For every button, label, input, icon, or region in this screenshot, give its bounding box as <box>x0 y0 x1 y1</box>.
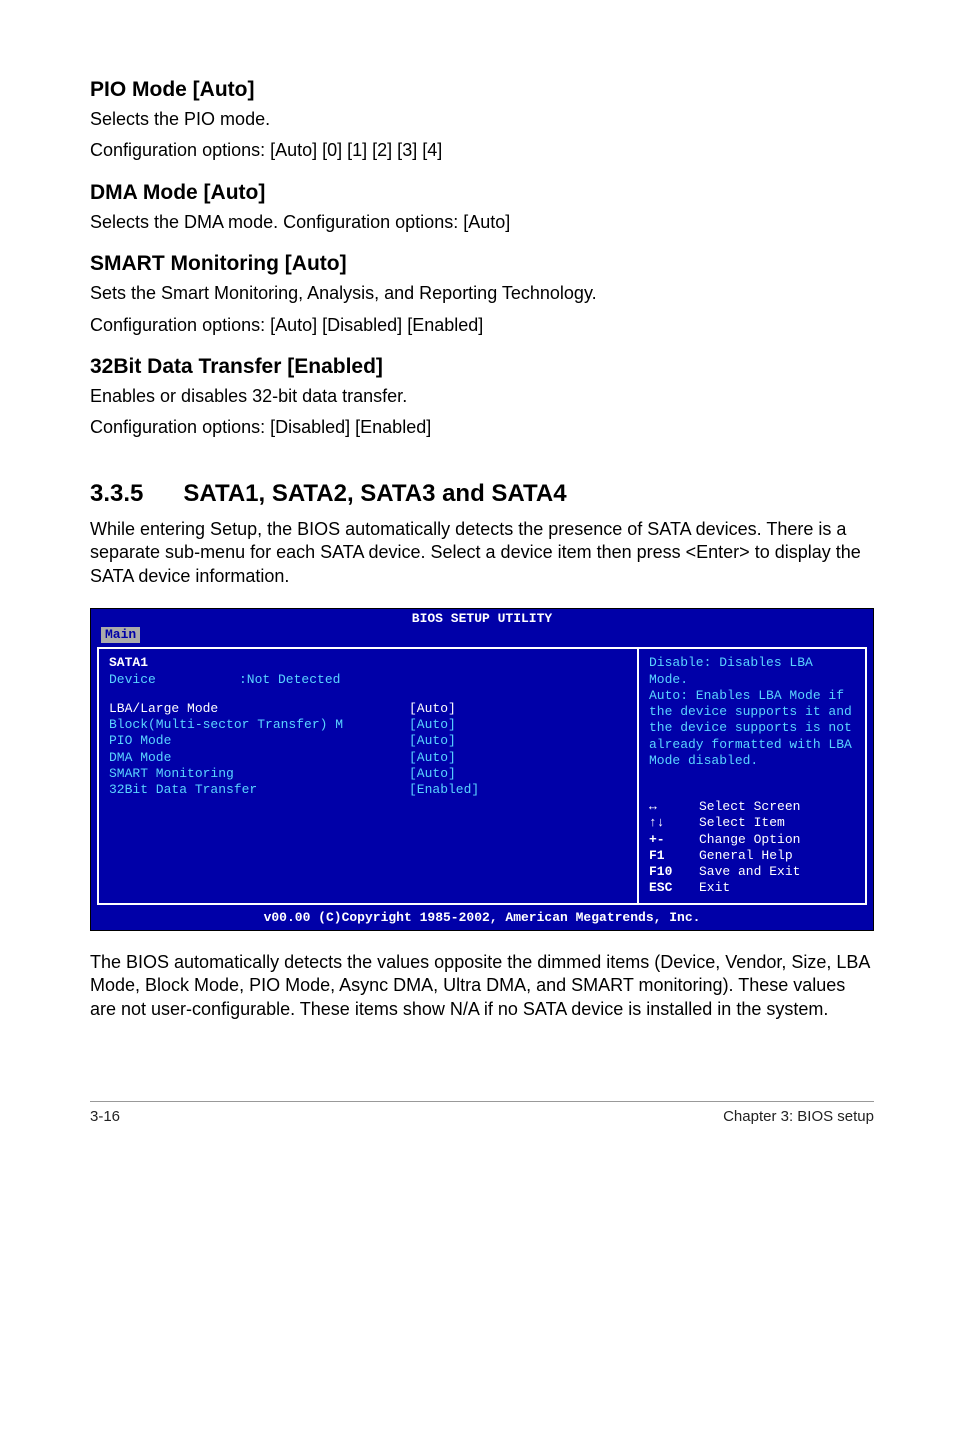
text-32bit-1: Enables or disables 32-bit data transfer… <box>90 385 874 408</box>
bios-option-row[interactable]: 32Bit Data Transfer[Enabled] <box>109 782 627 798</box>
text-smart-1: Sets the Smart Monitoring, Analysis, and… <box>90 282 874 305</box>
bios-nav-key: F10 <box>649 864 699 880</box>
bios-option-label: PIO Mode <box>109 733 409 749</box>
text-dma-1: Selects the DMA mode. Configuration opti… <box>90 211 874 234</box>
bios-option-label: Block(Multi-sector Transfer) M <box>109 717 409 733</box>
bios-nav-key: ↔ <box>649 799 699 815</box>
bios-option-label: 32Bit Data Transfer <box>109 782 409 798</box>
bios-nav-row: +-Change Option <box>649 832 855 848</box>
bios-option-row[interactable]: PIO Mode[Auto] <box>109 733 627 749</box>
text-smart-2: Configuration options: [Auto] [Disabled]… <box>90 314 874 337</box>
bios-tab-row: Main <box>91 627 873 647</box>
subsection-intro: While entering Setup, the BIOS automatic… <box>90 518 874 588</box>
post-bios-paragraph: The BIOS automatically detects the value… <box>90 951 874 1021</box>
footer-page-number: 3-16 <box>90 1108 120 1125</box>
subsection-number: 3.3.5 <box>90 480 143 508</box>
bios-option-row[interactable]: SMART Monitoring[Auto] <box>109 766 627 782</box>
bios-device-value: :Not Detected <box>239 672 340 688</box>
bios-nav-row: ↔Select Screen <box>649 799 855 815</box>
bios-nav-text: Select Screen <box>699 799 800 815</box>
heading-dma-mode: DMA Mode [Auto] <box>90 181 874 205</box>
heading-smart: SMART Monitoring [Auto] <box>90 252 874 276</box>
text-32bit-2: Configuration options: [Disabled] [Enabl… <box>90 416 874 439</box>
heading-pio-mode: PIO Mode [Auto] <box>90 78 874 102</box>
bios-nav-key: ESC <box>649 880 699 896</box>
bios-screenshot: BIOS SETUP UTILITY Main SATA1 Device :No… <box>90 608 874 931</box>
bios-right-pane: Disable: Disables LBA Mode. Auto: Enable… <box>637 647 867 904</box>
bios-left-pane: SATA1 Device :Not Detected LBA/Large Mod… <box>97 647 637 904</box>
subsection-heading: 3.3.5 SATA1, SATA2, SATA3 and SATA4 <box>90 480 874 508</box>
bios-option-row[interactable]: DMA Mode[Auto] <box>109 750 627 766</box>
bios-nav-text: Save and Exit <box>699 864 800 880</box>
bios-title: BIOS SETUP UTILITY <box>91 609 873 627</box>
bios-nav-text: Change Option <box>699 832 800 848</box>
bios-nav-key: F1 <box>649 848 699 864</box>
page-footer: 3-16 Chapter 3: BIOS setup <box>90 1108 874 1145</box>
footer-chapter: Chapter 3: BIOS setup <box>723 1108 874 1125</box>
bios-option-value: [Auto] <box>409 766 456 782</box>
bios-option-label: DMA Mode <box>109 750 409 766</box>
heading-32bit: 32Bit Data Transfer [Enabled] <box>90 355 874 379</box>
bios-nav-text: Select Item <box>699 815 785 831</box>
bios-option-value: [Auto] <box>409 717 456 733</box>
bios-option-value: [Enabled] <box>409 782 479 798</box>
bios-help-text: Disable: Disables LBA Mode. Auto: Enable… <box>649 655 855 769</box>
bios-nav-row: F1General Help <box>649 848 855 864</box>
text-pio-1: Selects the PIO mode. <box>90 108 874 131</box>
bios-nav-row: F10Save and Exit <box>649 864 855 880</box>
bios-option-value: [Auto] <box>409 701 456 717</box>
bios-tab-main[interactable]: Main <box>101 627 140 643</box>
bios-nav-row: ↑↓Select Item <box>649 815 855 831</box>
text-pio-2: Configuration options: [Auto] [0] [1] [2… <box>90 139 874 162</box>
footer-divider <box>90 1101 874 1102</box>
bios-nav-key: ↑↓ <box>649 815 699 831</box>
bios-nav-row: ESCExit <box>649 880 855 896</box>
bios-sata-header: SATA1 <box>109 655 627 671</box>
bios-option-value: [Auto] <box>409 750 456 766</box>
bios-option-row[interactable]: Block(Multi-sector Transfer) M[Auto] <box>109 717 627 733</box>
bios-nav-key: +- <box>649 832 699 848</box>
bios-option-label: LBA/Large Mode <box>109 701 409 717</box>
bios-nav-text: Exit <box>699 880 730 896</box>
bios-option-row[interactable]: LBA/Large Mode[Auto] <box>109 701 627 717</box>
bios-option-value: [Auto] <box>409 733 456 749</box>
bios-nav-text: General Help <box>699 848 793 864</box>
bios-option-label: SMART Monitoring <box>109 766 409 782</box>
subsection-title: SATA1, SATA2, SATA3 and SATA4 <box>183 480 566 507</box>
bios-nav-block: ↔Select Screen↑↓Select Item+-Change Opti… <box>649 799 855 897</box>
bios-copyright: v00.00 (C)Copyright 1985-2002, American … <box>91 909 873 930</box>
